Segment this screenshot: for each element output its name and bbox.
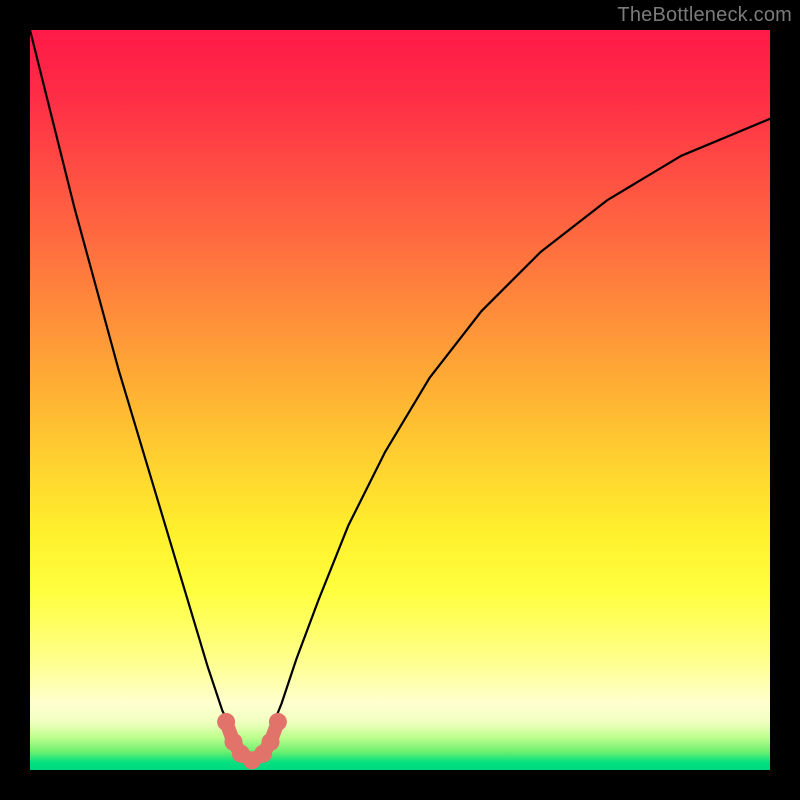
valley-marker-dot	[262, 733, 280, 751]
chart-svg	[30, 30, 770, 770]
bottleneck-curve	[30, 30, 770, 760]
watermark-text: TheBottleneck.com	[617, 4, 792, 27]
chart-frame: TheBottleneck.com	[0, 0, 800, 800]
valley-marker-dot	[217, 713, 235, 731]
valley-marker-dot	[269, 713, 287, 731]
plot-area	[30, 30, 770, 770]
valley-marker-group	[217, 713, 287, 769]
